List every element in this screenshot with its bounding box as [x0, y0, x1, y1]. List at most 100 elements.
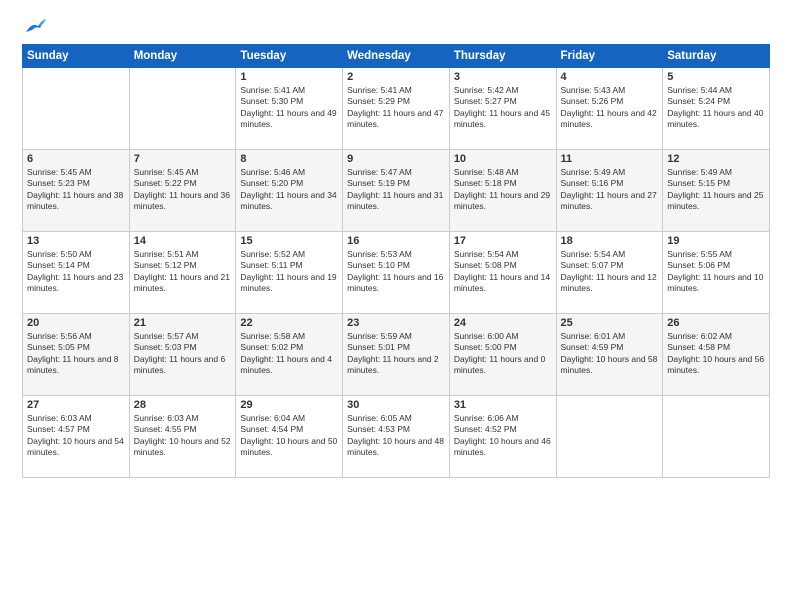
sunrise-label: Sunrise: 5:46 AM [240, 167, 305, 177]
sunset-label: Sunset: 5:06 PM [667, 260, 730, 270]
calendar-cell [129, 68, 236, 150]
sunrise-label: Sunrise: 5:50 AM [27, 249, 92, 259]
day-info: Sunrise: 6:03 AM Sunset: 4:57 PM Dayligh… [27, 413, 125, 459]
daylight-label: Daylight: 11 hours and 8 minutes. [27, 354, 119, 375]
day-number: 1 [240, 71, 338, 83]
calendar-cell: 14 Sunrise: 5:51 AM Sunset: 5:12 PM Dayl… [129, 232, 236, 314]
day-info: Sunrise: 6:02 AM Sunset: 4:58 PM Dayligh… [667, 331, 765, 377]
sunset-label: Sunset: 5:03 PM [134, 342, 197, 352]
sunset-label: Sunset: 5:29 PM [347, 96, 410, 106]
day-info: Sunrise: 6:00 AM Sunset: 5:00 PM Dayligh… [454, 331, 552, 377]
sunset-label: Sunset: 5:12 PM [134, 260, 197, 270]
day-info: Sunrise: 6:03 AM Sunset: 4:55 PM Dayligh… [134, 413, 232, 459]
calendar-cell: 6 Sunrise: 5:45 AM Sunset: 5:23 PM Dayli… [23, 150, 130, 232]
sunset-label: Sunset: 5:15 PM [667, 178, 730, 188]
day-info: Sunrise: 5:43 AM Sunset: 5:26 PM Dayligh… [561, 85, 659, 131]
sunrise-label: Sunrise: 5:45 AM [27, 167, 92, 177]
day-info: Sunrise: 5:57 AM Sunset: 5:03 PM Dayligh… [134, 331, 232, 377]
day-number: 4 [561, 71, 659, 83]
daylight-label: Daylight: 11 hours and 2 minutes. [347, 354, 439, 375]
daylight-label: Daylight: 11 hours and 25 minutes. [667, 190, 763, 211]
day-number: 31 [454, 399, 552, 411]
day-info: Sunrise: 6:04 AM Sunset: 4:54 PM Dayligh… [240, 413, 338, 459]
sunrise-label: Sunrise: 5:41 AM [240, 85, 305, 95]
sunrise-label: Sunrise: 5:59 AM [347, 331, 412, 341]
day-number: 2 [347, 71, 445, 83]
calendar-cell: 29 Sunrise: 6:04 AM Sunset: 4:54 PM Dayl… [236, 396, 343, 478]
daylight-label: Daylight: 11 hours and 6 minutes. [134, 354, 226, 375]
calendar-cell: 26 Sunrise: 6:02 AM Sunset: 4:58 PM Dayl… [663, 314, 770, 396]
day-info: Sunrise: 5:58 AM Sunset: 5:02 PM Dayligh… [240, 331, 338, 377]
sunset-label: Sunset: 5:07 PM [561, 260, 624, 270]
sunrise-label: Sunrise: 5:42 AM [454, 85, 519, 95]
calendar-day-header: Tuesday [236, 45, 343, 68]
day-info: Sunrise: 5:49 AM Sunset: 5:16 PM Dayligh… [561, 167, 659, 213]
sunrise-label: Sunrise: 5:53 AM [347, 249, 412, 259]
daylight-label: Daylight: 11 hours and 31 minutes. [347, 190, 443, 211]
calendar-header-row: SundayMondayTuesdayWednesdayThursdayFrid… [23, 45, 770, 68]
day-info: Sunrise: 5:55 AM Sunset: 5:06 PM Dayligh… [667, 249, 765, 295]
sunset-label: Sunset: 5:11 PM [240, 260, 302, 270]
daylight-label: Daylight: 11 hours and 12 minutes. [561, 272, 657, 293]
day-number: 15 [240, 235, 338, 247]
sunrise-label: Sunrise: 5:51 AM [134, 249, 199, 259]
daylight-label: Daylight: 10 hours and 46 minutes. [454, 436, 551, 457]
sunrise-label: Sunrise: 6:05 AM [347, 413, 412, 423]
sunset-label: Sunset: 5:27 PM [454, 96, 517, 106]
daylight-label: Daylight: 11 hours and 19 minutes. [240, 272, 336, 293]
daylight-label: Daylight: 11 hours and 21 minutes. [134, 272, 230, 293]
sunrise-label: Sunrise: 6:03 AM [27, 413, 92, 423]
sunset-label: Sunset: 5:05 PM [27, 342, 90, 352]
sunset-label: Sunset: 5:14 PM [27, 260, 90, 270]
sunrise-label: Sunrise: 6:06 AM [454, 413, 519, 423]
day-info: Sunrise: 5:41 AM Sunset: 5:29 PM Dayligh… [347, 85, 445, 131]
calendar-cell [23, 68, 130, 150]
calendar-cell: 19 Sunrise: 5:55 AM Sunset: 5:06 PM Dayl… [663, 232, 770, 314]
calendar-cell: 24 Sunrise: 6:00 AM Sunset: 5:00 PM Dayl… [449, 314, 556, 396]
sunset-label: Sunset: 5:10 PM [347, 260, 410, 270]
sunrise-label: Sunrise: 6:02 AM [667, 331, 732, 341]
calendar-day-header: Wednesday [343, 45, 450, 68]
sunrise-label: Sunrise: 5:47 AM [347, 167, 412, 177]
day-info: Sunrise: 5:47 AM Sunset: 5:19 PM Dayligh… [347, 167, 445, 213]
daylight-label: Daylight: 11 hours and 42 minutes. [561, 108, 657, 129]
day-number: 23 [347, 317, 445, 329]
sunrise-label: Sunrise: 5:45 AM [134, 167, 199, 177]
sunset-label: Sunset: 4:52 PM [454, 424, 517, 434]
day-number: 9 [347, 153, 445, 165]
day-info: Sunrise: 5:49 AM Sunset: 5:15 PM Dayligh… [667, 167, 765, 213]
sunset-label: Sunset: 5:16 PM [561, 178, 624, 188]
calendar-cell: 27 Sunrise: 6:03 AM Sunset: 4:57 PM Dayl… [23, 396, 130, 478]
sunrise-label: Sunrise: 5:57 AM [134, 331, 199, 341]
sunset-label: Sunset: 5:20 PM [240, 178, 303, 188]
calendar-week-row: 27 Sunrise: 6:03 AM Sunset: 4:57 PM Dayl… [23, 396, 770, 478]
sunrise-label: Sunrise: 6:04 AM [240, 413, 305, 423]
sunrise-label: Sunrise: 6:01 AM [561, 331, 626, 341]
day-number: 24 [454, 317, 552, 329]
sunset-label: Sunset: 5:24 PM [667, 96, 730, 106]
calendar-cell: 7 Sunrise: 5:45 AM Sunset: 5:22 PM Dayli… [129, 150, 236, 232]
sunrise-label: Sunrise: 5:56 AM [27, 331, 92, 341]
sunrise-label: Sunrise: 5:49 AM [561, 167, 626, 177]
calendar-cell: 9 Sunrise: 5:47 AM Sunset: 5:19 PM Dayli… [343, 150, 450, 232]
day-number: 20 [27, 317, 125, 329]
calendar-cell: 12 Sunrise: 5:49 AM Sunset: 5:15 PM Dayl… [663, 150, 770, 232]
day-number: 19 [667, 235, 765, 247]
sunset-label: Sunset: 4:57 PM [27, 424, 90, 434]
day-number: 3 [454, 71, 552, 83]
day-info: Sunrise: 5:45 AM Sunset: 5:23 PM Dayligh… [27, 167, 125, 213]
daylight-label: Daylight: 11 hours and 38 minutes. [27, 190, 123, 211]
logo-bird-icon [24, 18, 46, 36]
day-number: 25 [561, 317, 659, 329]
calendar-week-row: 6 Sunrise: 5:45 AM Sunset: 5:23 PM Dayli… [23, 150, 770, 232]
calendar-day-header: Saturday [663, 45, 770, 68]
day-info: Sunrise: 5:52 AM Sunset: 5:11 PM Dayligh… [240, 249, 338, 295]
daylight-label: Daylight: 11 hours and 36 minutes. [134, 190, 230, 211]
day-info: Sunrise: 5:54 AM Sunset: 5:08 PM Dayligh… [454, 249, 552, 295]
day-number: 11 [561, 153, 659, 165]
day-number: 10 [454, 153, 552, 165]
sunrise-label: Sunrise: 5:48 AM [454, 167, 519, 177]
header [22, 18, 770, 36]
day-number: 16 [347, 235, 445, 247]
calendar-day-header: Monday [129, 45, 236, 68]
